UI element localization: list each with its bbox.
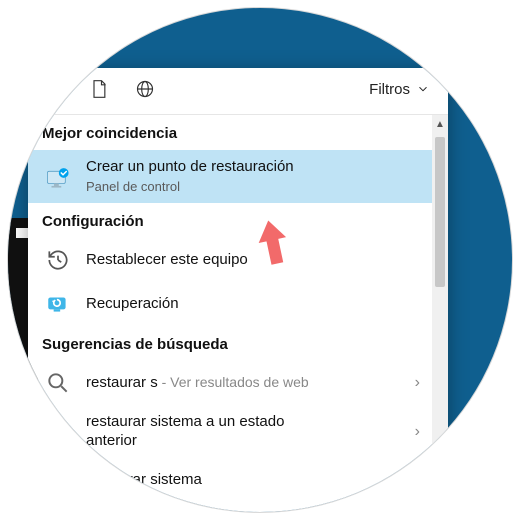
section-best-match: Mejor coincidencia bbox=[28, 115, 432, 150]
apps-tab-icon[interactable] bbox=[42, 78, 64, 100]
recovery-icon bbox=[44, 290, 72, 318]
search-icon bbox=[44, 467, 72, 495]
start-search-panel: Filtros Mejor coincidencia bbox=[28, 68, 448, 512]
best-match-item[interactable]: Crear un punto de restauración Panel de … bbox=[28, 150, 432, 203]
chevron-right-icon: › bbox=[415, 472, 420, 490]
web-tab-icon[interactable] bbox=[134, 78, 156, 100]
settings-item-label: Recuperación bbox=[86, 295, 420, 314]
history-icon bbox=[44, 246, 72, 274]
best-match-subtitle: Panel de control bbox=[86, 179, 420, 195]
suggestion-item[interactable]: restaurar s - Ver resultados de web › bbox=[28, 361, 432, 405]
settings-item-label: Restablecer este equipo bbox=[86, 251, 420, 270]
results-body: Mejor coincidencia Crear un punto de res… bbox=[28, 115, 448, 512]
search-tabs-toolbar: Filtros bbox=[28, 68, 448, 115]
best-match-title: Crear un punto de restauración bbox=[86, 158, 420, 177]
filters-label: Filtros bbox=[369, 81, 410, 98]
documents-tab-icon[interactable] bbox=[88, 78, 110, 100]
suggestion-item[interactable]: restaurar sistema › bbox=[28, 459, 432, 503]
scroll-up-icon[interactable]: ▲ bbox=[435, 119, 445, 129]
suggestion-hint: - Ver resultados de web bbox=[158, 374, 309, 390]
results-list: Mejor coincidencia Crear un punto de res… bbox=[28, 115, 432, 503]
suggestion-text: restaurar s bbox=[86, 374, 158, 391]
search-icon bbox=[44, 369, 72, 397]
chevron-down-icon bbox=[416, 82, 430, 96]
circular-crop: Filtros Mejor coincidencia bbox=[8, 8, 512, 512]
search-icon bbox=[44, 418, 72, 446]
suggestion-text: restaurar sistema a un estado bbox=[86, 413, 284, 430]
settings-item-reset-pc[interactable]: Restablecer este equipo bbox=[28, 238, 432, 282]
section-settings: Configuración bbox=[28, 203, 432, 238]
suggestion-text: anterior bbox=[86, 432, 137, 449]
chevron-right-icon: › bbox=[415, 423, 420, 441]
filters-dropdown[interactable]: Filtros bbox=[369, 81, 434, 98]
suggestion-item[interactable]: restaurar sistema a un estado anterior › bbox=[28, 405, 432, 459]
restore-point-icon bbox=[44, 163, 72, 191]
chevron-right-icon: › bbox=[415, 374, 420, 392]
section-suggestions: Sugerencias de búsqueda bbox=[28, 326, 432, 361]
suggestion-text: restaurar sistema bbox=[86, 471, 401, 490]
scroll-down-icon[interactable]: ▼ bbox=[435, 504, 445, 512]
settings-item-recovery[interactable]: Recuperación bbox=[28, 282, 432, 326]
scrollbar-vertical[interactable]: ▲ ▼ bbox=[432, 115, 448, 512]
